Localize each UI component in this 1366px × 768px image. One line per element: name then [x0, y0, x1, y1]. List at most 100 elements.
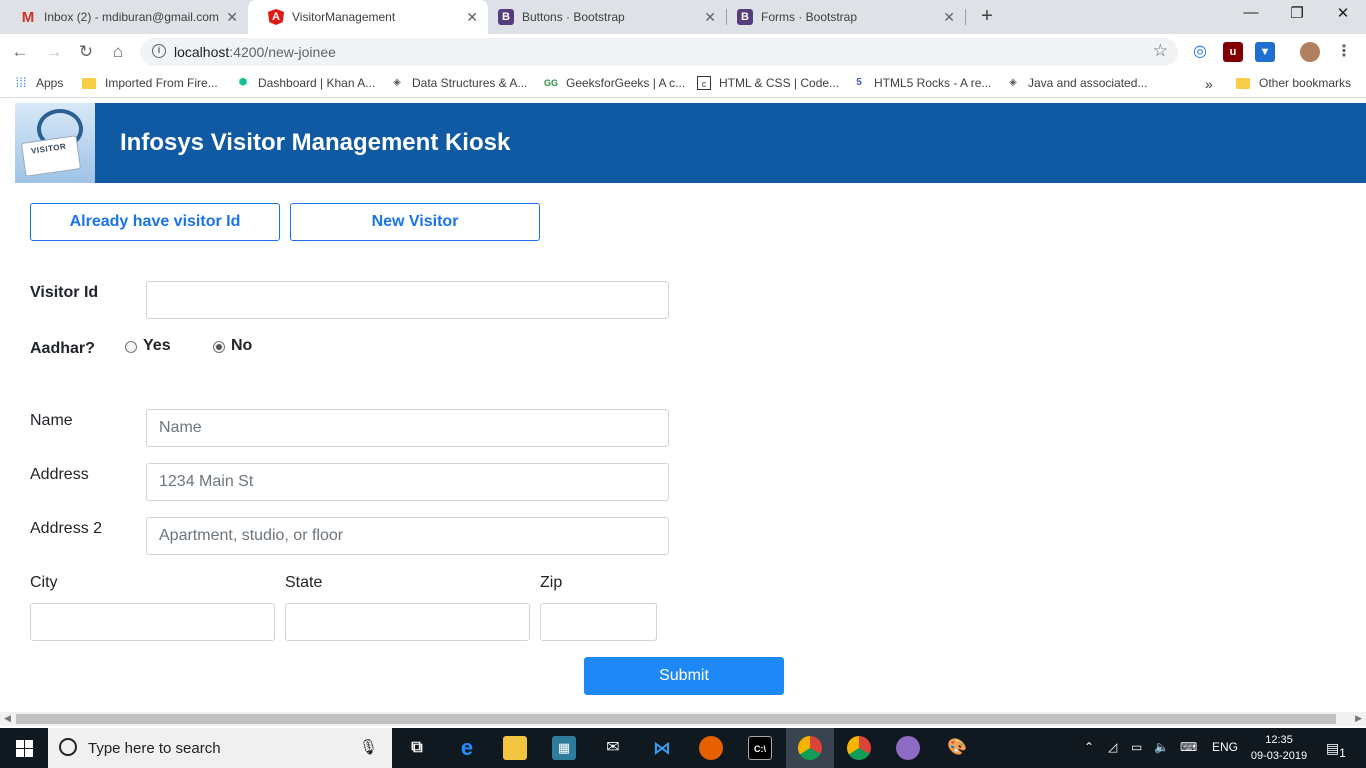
- bookmark-other[interactable]: Other bookmarks: [1236, 76, 1351, 90]
- horizontal-scrollbar[interactable]: ◀ ▶: [0, 712, 1366, 726]
- submit-button[interactable]: Submit: [584, 657, 784, 695]
- bookmark-label: Other bookmarks: [1259, 76, 1352, 90]
- show-hidden-icons[interactable]: ⌃: [1084, 740, 1094, 754]
- firefox-icon[interactable]: [699, 736, 723, 760]
- tab-forms-bootstrap[interactable]: B Forms · Bootstrap ✕: [717, 0, 965, 34]
- browser-toolbar: ← → ↻ ⌂ i localhost:4200/new-joinee ☆ ◎ …: [0, 34, 1366, 70]
- address2-input[interactable]: Apartment, studio, or floor: [146, 517, 669, 555]
- bookmark-html-css[interactable]: c HTML & CSS | Code...: [697, 76, 839, 90]
- battery-icon[interactable]: ▭: [1131, 740, 1142, 754]
- taskbar-search-box[interactable]: Type here to search 🎙: [48, 728, 392, 768]
- tab-buttons-bootstrap[interactable]: B Buttons · Bootstrap ✕: [478, 0, 726, 34]
- bookmark-imported-folder[interactable]: Imported From Fire...: [82, 76, 218, 90]
- page-title: Infosys Visitor Management Kiosk: [120, 129, 511, 156]
- tab-gmail[interactable]: M Inbox (2) - mdiburan@gmail.com ✕: [0, 0, 248, 34]
- diamond-icon: ◈: [1009, 77, 1017, 88]
- keyboard-icon[interactable]: ⌨: [1180, 740, 1197, 754]
- bookmark-geeksforgeeks[interactable]: GG GeeksforGeeks | A c...: [544, 76, 685, 90]
- close-window-icon[interactable]: ✕: [1320, 4, 1366, 22]
- address2-label: Address 2: [30, 520, 103, 537]
- notifications-icon[interactable]: ▤1: [1326, 740, 1346, 760]
- bookmark-label: Dashboard | Khan A...: [258, 76, 376, 90]
- edge-icon[interactable]: e: [455, 736, 479, 760]
- scroll-right-icon[interactable]: ▶: [1355, 713, 1362, 724]
- language-indicator[interactable]: ENG: [1212, 740, 1238, 754]
- paint-icon[interactable]: 🎨: [945, 736, 969, 760]
- home-icon[interactable]: ⌂: [106, 40, 130, 64]
- aadhar-label: Aadhar?: [30, 340, 95, 357]
- task-view-icon[interactable]: ⧉: [405, 736, 429, 760]
- state-label: State: [285, 574, 323, 591]
- scrollbar-thumb[interactable]: [16, 714, 1336, 724]
- chrome-icon[interactable]: [798, 736, 822, 760]
- close-tab-icon[interactable]: ✕: [943, 9, 955, 26]
- bootstrap-icon: B: [737, 9, 753, 25]
- bookmark-label: Data Structures & A...: [412, 76, 528, 90]
- tab-visitor-management[interactable]: A VisitorManagement ✕: [248, 0, 488, 34]
- aadhar-yes-radio[interactable]: [125, 341, 137, 353]
- notification-count: 1: [1339, 746, 1346, 760]
- close-tab-icon[interactable]: ✕: [704, 9, 716, 26]
- url-host: localhost: [174, 44, 230, 60]
- close-tab-icon[interactable]: ✕: [226, 9, 238, 26]
- state-input[interactable]: [285, 603, 530, 641]
- bookmark-data-structures[interactable]: ◈ Data Structures & A...: [390, 76, 527, 90]
- github-desktop-icon[interactable]: [896, 736, 920, 760]
- folder-icon: [82, 77, 96, 89]
- bookmark-khan[interactable]: ⬢ Dashboard | Khan A...: [236, 76, 376, 90]
- sync-extension-icon[interactable]: ◎: [1190, 42, 1210, 62]
- bookmark-star-icon[interactable]: ☆: [1153, 41, 1168, 61]
- codecademy-icon: c: [697, 76, 711, 90]
- vscode-icon[interactable]: ⋈: [650, 736, 674, 760]
- angular-icon: A: [268, 9, 284, 25]
- aadhar-yes-label: Yes: [143, 337, 171, 354]
- name-input[interactable]: Name: [146, 409, 669, 447]
- search-placeholder: Type here to search: [88, 740, 221, 757]
- new-visitor-button[interactable]: New Visitor: [290, 203, 540, 241]
- microphone-icon[interactable]: 🎙: [359, 738, 378, 756]
- windows-start-icon[interactable]: [0, 728, 48, 768]
- city-label: City: [30, 574, 58, 591]
- zip-input[interactable]: [540, 603, 657, 641]
- volume-icon[interactable]: 🔈: [1154, 740, 1169, 754]
- cortana-icon: [59, 738, 77, 756]
- address-input[interactable]: 1234 Main St: [146, 463, 669, 501]
- restore-icon[interactable]: ❐: [1274, 4, 1320, 22]
- tab-title: Inbox (2) - mdiburan@gmail.com: [44, 10, 219, 24]
- bookmark-label: HTML5 Rocks - A re...: [874, 76, 992, 90]
- minimize-icon[interactable]: —: [1228, 4, 1274, 21]
- store-icon[interactable]: ▦: [552, 736, 576, 760]
- bookmark-label: Java and associated...: [1028, 76, 1148, 90]
- already-have-visitor-id-button[interactable]: Already have visitor Id: [30, 203, 280, 241]
- file-explorer-icon[interactable]: [503, 736, 527, 760]
- ublock-icon[interactable]: u: [1223, 42, 1243, 62]
- info-icon[interactable]: i: [152, 44, 166, 58]
- bookmark-html5-rocks[interactable]: 5 HTML5 Rocks - A re...: [852, 76, 991, 90]
- reload-icon[interactable]: ↻: [74, 40, 98, 64]
- aadhar-no-label: No: [231, 337, 253, 354]
- mail-icon[interactable]: ✉: [601, 736, 625, 760]
- menu-icon[interactable]: ⋮: [1334, 42, 1354, 62]
- bookmark-java[interactable]: ◈ Java and associated...: [1006, 76, 1147, 90]
- diamond-icon: ◈: [393, 77, 401, 88]
- close-tab-icon[interactable]: ✕: [466, 9, 478, 26]
- wifi-icon[interactable]: ◿: [1108, 740, 1117, 754]
- terminal-icon[interactable]: C:\: [748, 736, 772, 760]
- back-icon[interactable]: ←: [8, 40, 32, 64]
- aadhar-no-radio[interactable]: [213, 341, 225, 353]
- city-input[interactable]: [30, 603, 275, 641]
- visitor-id-input[interactable]: [146, 281, 669, 319]
- address-bar[interactable]: i localhost:4200/new-joinee ☆: [140, 38, 1178, 66]
- bookmark-label: GeeksforGeeks | A c...: [566, 76, 686, 90]
- html5-icon: 5: [856, 77, 862, 88]
- bitwarden-icon[interactable]: ▼: [1255, 42, 1275, 62]
- bookmarks-overflow-icon[interactable]: »: [1205, 76, 1213, 92]
- forward-icon[interactable]: →: [42, 40, 66, 64]
- new-tab-icon[interactable]: +: [976, 5, 998, 28]
- scroll-left-icon[interactable]: ◀: [4, 713, 11, 724]
- chrome-icon[interactable]: [847, 736, 871, 760]
- profile-avatar[interactable]: [1300, 42, 1320, 62]
- gmail-icon: M: [21, 8, 35, 26]
- bookmark-apps[interactable]: ⁞⁞⁞ Apps: [14, 76, 64, 91]
- taskbar-clock[interactable]: 12:35 09-03-2019: [1244, 732, 1314, 764]
